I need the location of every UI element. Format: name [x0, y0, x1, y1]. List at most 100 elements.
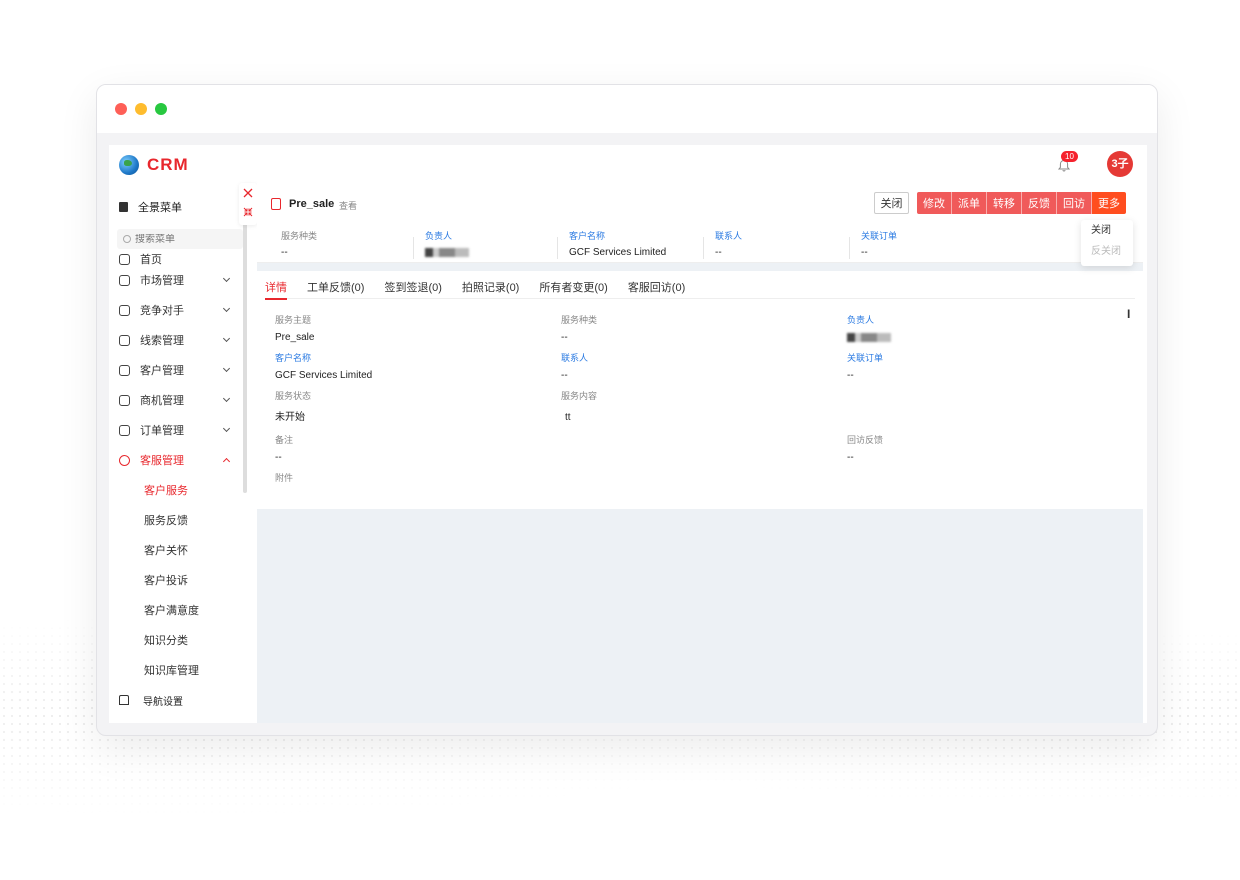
maximize-window-button[interactable]	[155, 103, 167, 115]
tab-check-in-out[interactable]: 签到签退(0)	[384, 271, 451, 299]
all-menu-label: 全景菜单	[138, 202, 182, 214]
sidebar-item-label: 线索管理	[140, 335, 184, 347]
chevron-up-icon	[222, 457, 231, 466]
close-button[interactable]: 关闭	[874, 192, 909, 214]
sidebar-item-home[interactable]: 首页	[109, 253, 243, 265]
tab-ticket-feedback[interactable]: 工单反馈(0)	[307, 271, 374, 299]
sidebar-subitem-knowledge-base[interactable]: 知识库管理	[109, 655, 243, 685]
logo-text: CRM	[147, 155, 189, 174]
divider	[703, 237, 704, 259]
sidebar-subitem-service-feedback[interactable]: 服务反馈	[109, 505, 243, 535]
field-label[interactable]: 联系人	[561, 351, 588, 364]
field-service-type: 服务种类 --	[561, 313, 597, 343]
collapse-icon[interactable]	[243, 207, 253, 217]
tab-bar: 详情 工单反馈(0) 签到签退(0) 拍照记录(0) 所有者变更(0) 客服回访…	[265, 271, 1135, 300]
sidebar-subitem-knowledge-category[interactable]: 知识分类	[109, 625, 243, 655]
divider	[413, 237, 414, 259]
sidebar-item-customers[interactable]: 客户管理	[109, 355, 243, 385]
dropdown-item-close[interactable]: 关闭	[1081, 220, 1133, 241]
sidebar-item-competitors[interactable]: 竞争对手	[109, 295, 243, 325]
feedback-button[interactable]: 反馈	[1022, 192, 1057, 214]
crm-app: CRM 10 3子 全景菜单 首页	[109, 145, 1147, 723]
close-window-button[interactable]	[115, 103, 127, 115]
field-label[interactable]: 负责人	[847, 313, 891, 326]
home-icon	[119, 253, 130, 265]
field-service-status: 服务状态 未开始	[275, 389, 311, 423]
sidebar-subitem-satisfaction[interactable]: 客户满意度	[109, 595, 243, 625]
sidebar-item-label: 商机管理	[140, 395, 184, 407]
divider	[849, 237, 850, 259]
text-cursor-icon[interactable]: I	[1127, 307, 1130, 321]
field-value: GCF Services Limited	[275, 370, 373, 381]
sidebar-item-orders[interactable]: 订单管理	[109, 415, 243, 445]
summary-value: --	[715, 247, 722, 258]
field-value: tt	[565, 412, 571, 423]
menu-search-input[interactable]	[135, 233, 235, 245]
nav-settings-label: 导航设置	[143, 696, 183, 708]
tab-details[interactable]: 详情	[265, 271, 297, 300]
sidebar-subitem-complaints[interactable]: 客户投诉	[109, 565, 243, 595]
menu-search	[117, 229, 243, 249]
headset-icon	[119, 454, 130, 466]
dispatch-button[interactable]: 派单	[952, 192, 987, 214]
window-titlebar	[97, 85, 1157, 133]
summary-label[interactable]: 客户名称	[569, 229, 666, 242]
browser-window: CRM 10 3子 全景菜单 首页	[96, 84, 1158, 736]
summary-label[interactable]: 负责人	[425, 229, 469, 242]
summary-contact: 联系人 --	[715, 229, 742, 258]
opportunity-icon	[119, 394, 130, 406]
divider	[557, 237, 558, 259]
field-value: --	[847, 370, 854, 381]
field-service-subject: 服务主题 Pre_sale	[275, 313, 314, 343]
summary-value: --	[281, 247, 288, 258]
summary-label: 服务种类	[281, 231, 318, 241]
avatar[interactable]: 3子	[1107, 151, 1133, 177]
panel-tools	[239, 183, 257, 225]
summary-value: GCF Services Limited	[569, 247, 667, 258]
house-settings-icon	[119, 695, 129, 705]
field-label[interactable]: 客户名称	[275, 351, 372, 364]
field-value: --	[847, 452, 854, 463]
summary-value: --	[861, 247, 868, 258]
minimize-window-button[interactable]	[135, 103, 147, 115]
sidebar-item-opportunities[interactable]: 商机管理	[109, 385, 243, 415]
transfer-button[interactable]: 转移	[987, 192, 1022, 214]
sidebar-menu: 首页 市场管理 竞争对手 线索管理 客户管理 商机管理 订单管理 客服管理 客户…	[109, 253, 243, 685]
all-menu-toggle[interactable]: 全景菜单	[119, 199, 182, 215]
sidebar-item-market[interactable]: 市场管理	[109, 265, 243, 295]
sidebar-scrollbar[interactable]	[243, 223, 247, 493]
field-service-content: 服务内容 tt	[561, 389, 597, 423]
chevron-down-icon	[222, 394, 231, 403]
field-label: 服务内容	[561, 391, 598, 401]
more-dropdown-menu: 关闭 反关闭	[1081, 220, 1133, 266]
sidebar-item-leads[interactable]: 线索管理	[109, 325, 243, 355]
field-value: --	[275, 452, 282, 463]
tab-owner-changes[interactable]: 所有者变更(0)	[539, 271, 617, 299]
document-icon	[271, 198, 281, 210]
sidebar-subitem-customer-service[interactable]: 客户服务	[109, 475, 243, 505]
summary-label[interactable]: 联系人	[715, 229, 742, 242]
field-value	[847, 332, 891, 343]
customer-icon	[119, 364, 130, 376]
view-mode-label: 查看	[339, 201, 358, 211]
sidebar-item-label: 客服管理	[140, 455, 184, 467]
summary-label[interactable]: 关联订单	[861, 229, 897, 242]
revisit-button[interactable]: 回访	[1057, 192, 1092, 214]
field-value: Pre_sale	[275, 332, 315, 343]
sidebar-subitem-customer-care[interactable]: 客户关怀	[109, 535, 243, 565]
more-button[interactable]: 更多	[1092, 192, 1126, 214]
close-icon[interactable]	[243, 188, 253, 198]
tab-service-revisits[interactable]: 客服回访(0)	[628, 271, 695, 299]
edit-button[interactable]: 修改	[917, 192, 952, 214]
sidebar-item-label: 市场管理	[140, 275, 184, 287]
detail-tabs-panel: 详情 工单反馈(0) 签到签退(0) 拍照记录(0) 所有者变更(0) 客服回访…	[257, 271, 1143, 509]
field-contact: 联系人 --	[561, 351, 588, 381]
dropdown-item-reopen: 反关闭	[1091, 246, 1121, 257]
tab-photo-records[interactable]: 拍照记录(0)	[462, 271, 529, 299]
field-attachment: 附件	[275, 471, 293, 484]
field-label[interactable]: 关联订单	[847, 351, 883, 364]
logo[interactable]: CRM	[119, 155, 189, 175]
nav-settings[interactable]: 导航设置	[109, 685, 243, 715]
sidebar-item-customer-service[interactable]: 客服管理	[109, 445, 243, 475]
leads-icon	[119, 334, 130, 346]
